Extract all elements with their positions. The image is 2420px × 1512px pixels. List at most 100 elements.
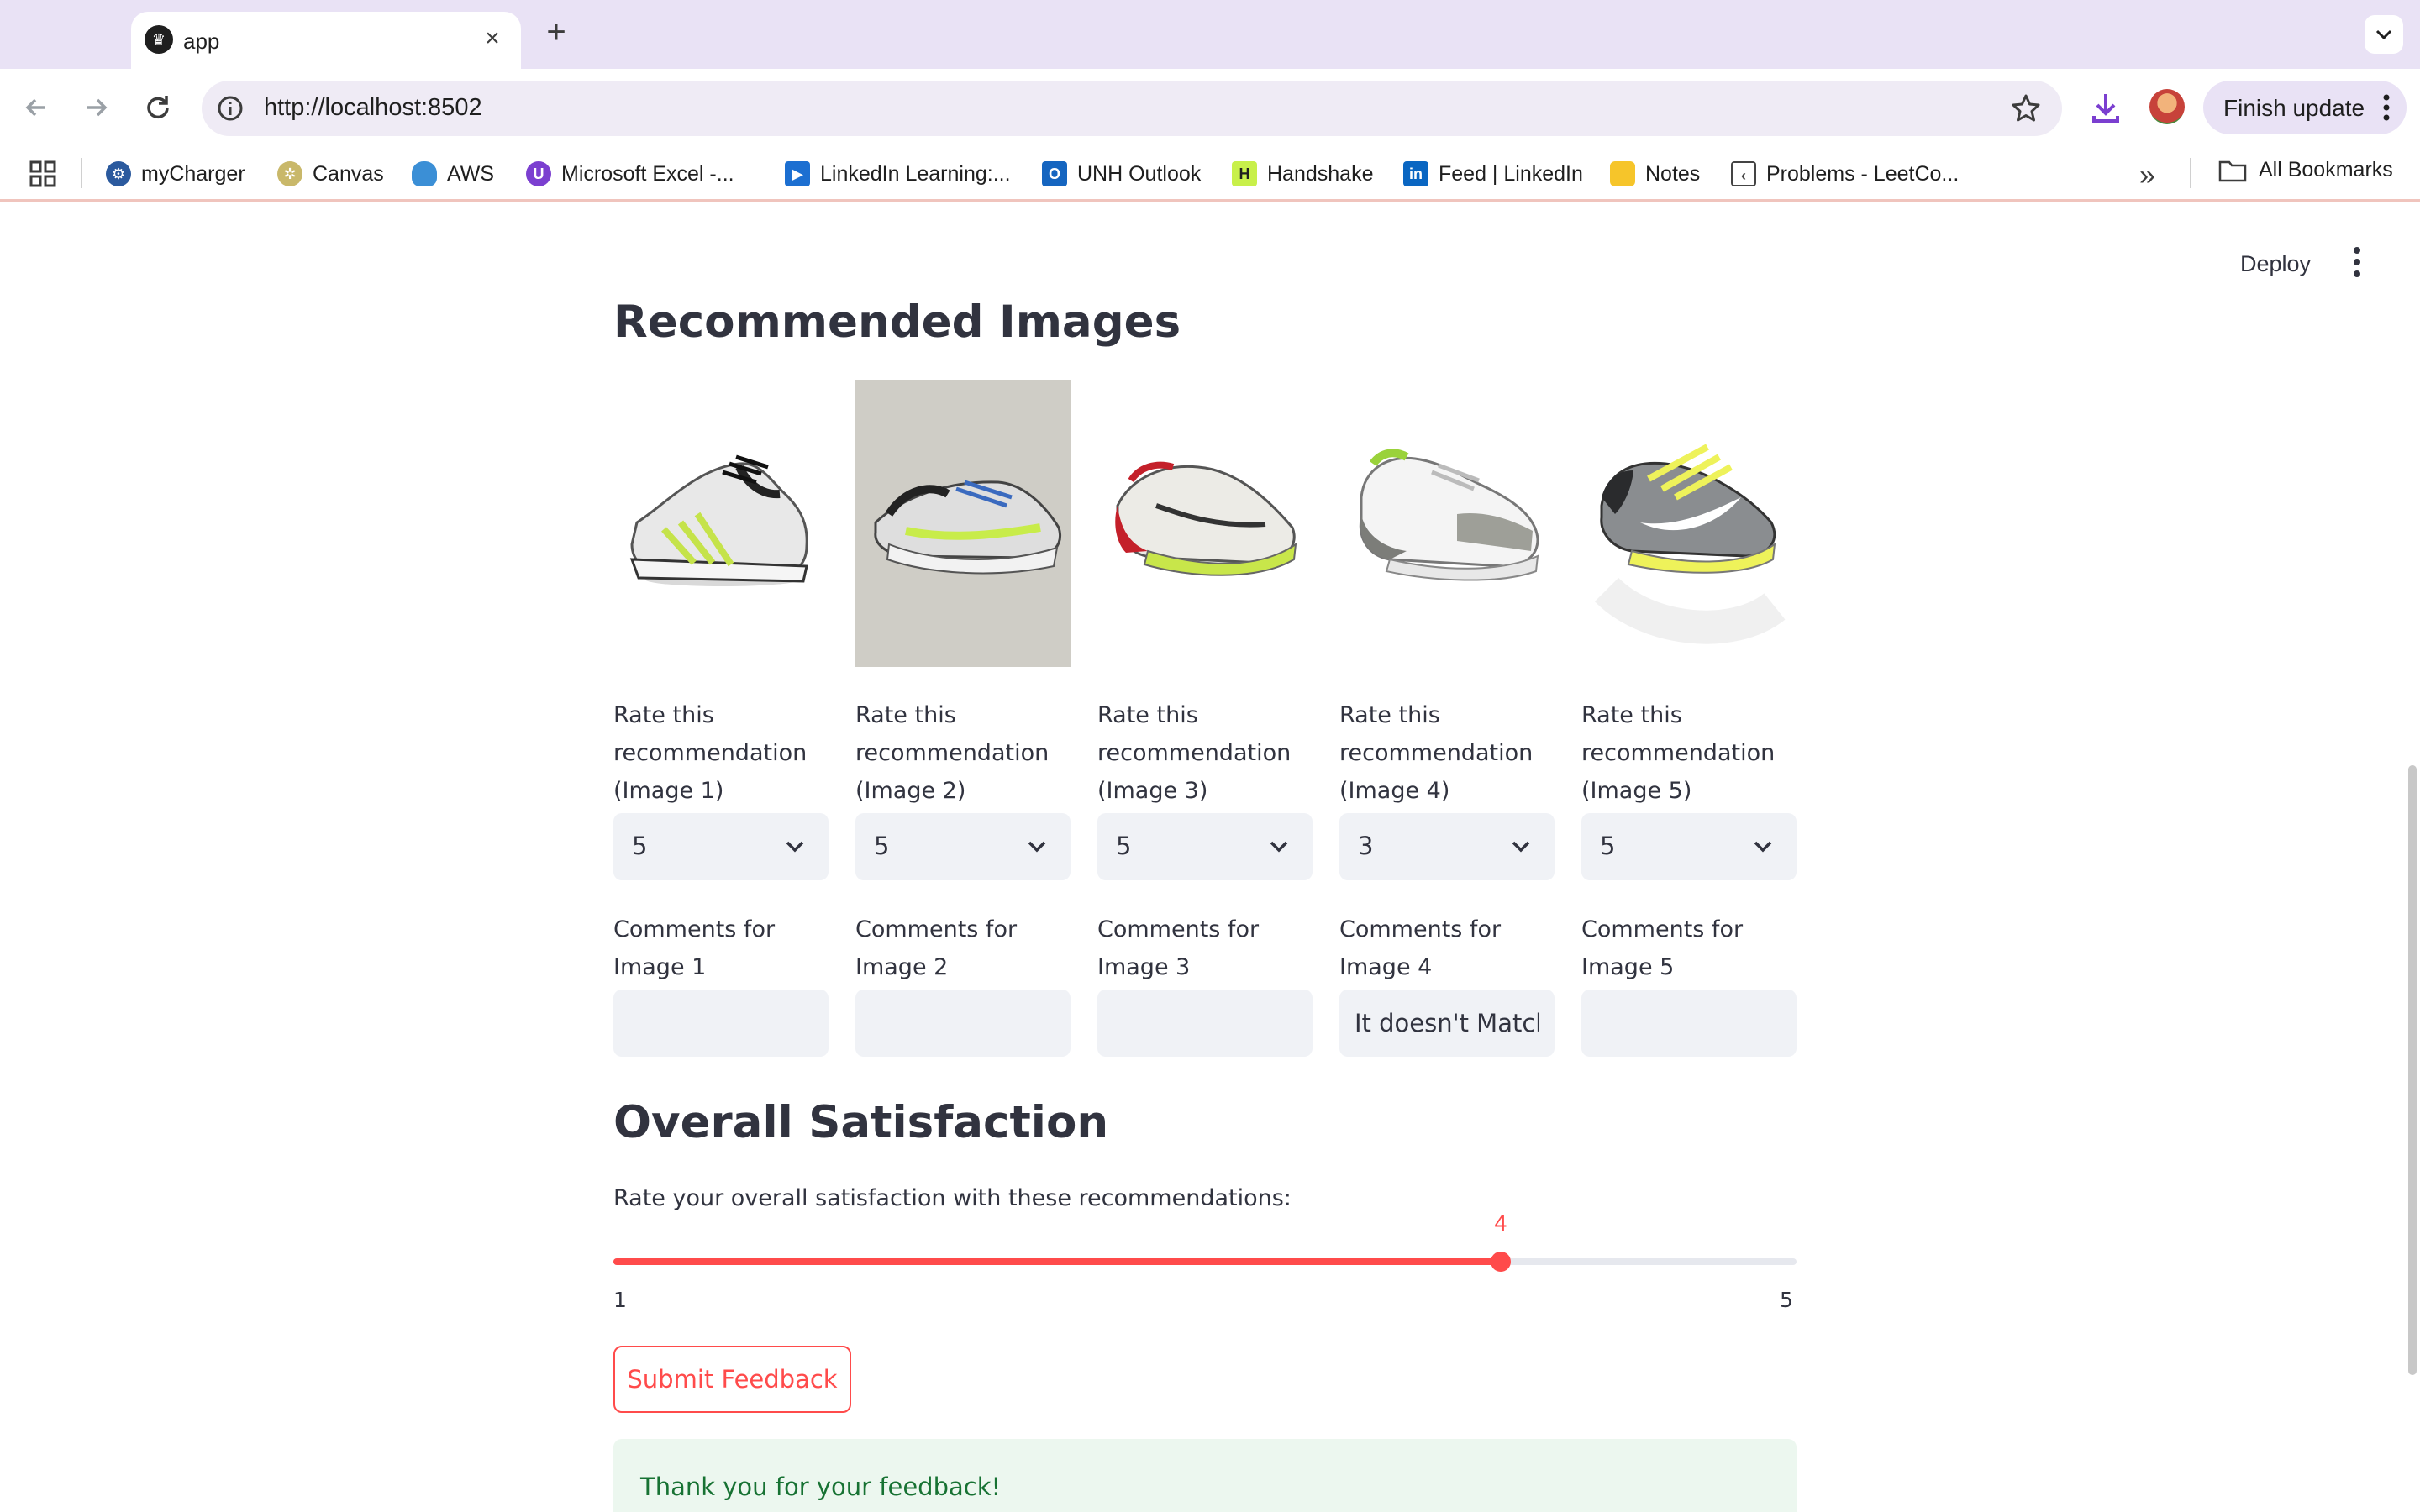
comment-label-5: Comments for Image 5 xyxy=(1581,916,1744,980)
finish-update-label: Finish update xyxy=(2223,95,2365,121)
comment-label-3: Comments for Image 3 xyxy=(1097,916,1260,980)
reload-icon[interactable] xyxy=(136,86,180,129)
chevron-down-icon xyxy=(786,841,804,853)
profile-avatar[interactable] xyxy=(2149,89,2185,124)
deploy-button[interactable]: Deploy xyxy=(2240,251,2311,277)
all-bookmarks-button[interactable]: All Bookmarks xyxy=(2218,158,2393,182)
outlook-icon: O xyxy=(1042,161,1067,186)
recommended-image-4 xyxy=(1339,380,1555,667)
bookmark-leetcode[interactable]: ‹ Problems - LeetCo... xyxy=(1731,158,1959,190)
close-tab-icon[interactable]: × xyxy=(477,24,508,54)
comment-input-5[interactable] xyxy=(1581,990,1797,1057)
page-scrollbar[interactable] xyxy=(2408,765,2417,1375)
unh-u-icon: U xyxy=(526,161,551,186)
comment-input-2[interactable] xyxy=(855,990,1071,1057)
comment-label-4: Comments for Image 4 xyxy=(1339,916,1502,980)
bookmark-label: Canvas xyxy=(313,161,384,186)
slider-current-value: 4 xyxy=(1494,1211,1507,1236)
comment-label-2: Comments for Image 2 xyxy=(855,916,1018,980)
bookmark-label: myCharger xyxy=(141,161,245,186)
mycharger-icon: ⚙ xyxy=(106,161,131,186)
browser-tab-strip: ♛ app × + xyxy=(0,0,2420,69)
more-bookmarks-chevron-icon[interactable]: » xyxy=(2139,160,2155,192)
chevron-down-icon xyxy=(2375,29,2392,40)
streamlit-app: Deploy Recommended Images Rate this reco… xyxy=(0,204,2420,1512)
url-text: http://localhost:8502 xyxy=(264,94,482,121)
bookmark-label: Handshake xyxy=(1267,161,1374,186)
overall-satisfaction-heading: Overall Satisfaction xyxy=(613,1097,1109,1148)
rating-select-value: 3 xyxy=(1358,832,1374,860)
linkedin-icon: in xyxy=(1403,161,1428,186)
rating-select-value: 5 xyxy=(1600,832,1616,860)
comment-label-1: Comments for Image 1 xyxy=(613,916,776,980)
bookmark-notes[interactable]: Notes xyxy=(1610,158,1700,190)
rating-select-value: 5 xyxy=(1116,832,1132,860)
address-bar[interactable]: http://localhost:8502 xyxy=(202,81,2062,136)
recommended-image-3 xyxy=(1097,380,1313,667)
rating-label-4: Rate this recommendation (Image 4) xyxy=(1339,702,1534,804)
browser-toolbar: http://localhost:8502 Finish update xyxy=(0,69,2420,146)
play-icon: ▶ xyxy=(785,161,810,186)
bookmark-label: Problems - LeetCo... xyxy=(1766,161,1960,186)
bookmarks-divider xyxy=(81,158,82,188)
slider-min-label: 1 xyxy=(613,1288,627,1312)
chevron-down-icon xyxy=(1270,841,1288,853)
bookmark-microsoft-excel[interactable]: U Microsoft Excel -... xyxy=(526,158,734,190)
comment-input-3[interactable] xyxy=(1097,990,1313,1057)
streamlit-crown-icon: ♛ xyxy=(145,25,173,54)
forward-arrow-icon[interactable] xyxy=(74,86,118,129)
bookmark-label: Microsoft Excel -... xyxy=(561,161,734,186)
handshake-icon: H xyxy=(1232,161,1257,186)
rating-select-4[interactable]: 3 xyxy=(1339,813,1555,880)
rating-label-2: Rate this recommendation (Image 2) xyxy=(855,702,1050,804)
satisfaction-slider[interactable]: 4 xyxy=(613,1211,1797,1272)
rating-select-value: 5 xyxy=(632,832,648,860)
bookmarks-divider xyxy=(2190,158,2191,188)
new-tab-plus-icon[interactable]: + xyxy=(539,15,573,49)
kebab-menu-icon xyxy=(2383,94,2390,121)
download-icon[interactable] xyxy=(2086,87,2126,128)
comment-input-4[interactable] xyxy=(1339,990,1555,1057)
bookmark-feed-linkedin[interactable]: in Feed | LinkedIn xyxy=(1403,158,1583,190)
bookmark-aws[interactable]: AWS xyxy=(412,158,494,190)
satisfaction-question: Rate your overall satisfaction with thes… xyxy=(613,1185,1292,1211)
bookmark-label: UNH Outlook xyxy=(1077,161,1202,186)
slider-thumb[interactable] xyxy=(1491,1252,1511,1272)
recommended-images-heading: Recommended Images xyxy=(613,297,1181,348)
bookmark-label: Feed | LinkedIn xyxy=(1439,161,1583,186)
rating-select-3[interactable]: 5 xyxy=(1097,813,1313,880)
comment-input-1[interactable] xyxy=(613,990,829,1057)
finish-update-button[interactable]: Finish update xyxy=(2203,81,2407,134)
rating-label-5: Rate this recommendation (Image 5) xyxy=(1581,702,1776,804)
bookmark-canvas[interactable]: ✲ Canvas xyxy=(277,158,384,190)
folder-icon xyxy=(2218,160,2247,181)
bookmark-linkedin-learning[interactable]: ▶ LinkedIn Learning:... xyxy=(785,158,1011,190)
slider-max-label: 5 xyxy=(1780,1288,1793,1312)
canvas-icon: ✲ xyxy=(277,161,302,186)
rating-select-5[interactable]: 5 xyxy=(1581,813,1797,880)
site-info-icon[interactable] xyxy=(213,92,247,125)
submit-feedback-button[interactable]: Submit Feedback xyxy=(613,1346,851,1413)
rating-select-1[interactable]: 5 xyxy=(613,813,829,880)
chevron-down-icon xyxy=(1754,841,1772,853)
recommended-image-1 xyxy=(613,380,829,667)
apps-grid-icon[interactable] xyxy=(29,160,57,188)
tab-search-button[interactable] xyxy=(2365,15,2403,54)
bookmarks-bar: ⚙ myCharger ✲ Canvas AWS U Microsoft Exc… xyxy=(0,146,2420,202)
leetcode-icon: ‹ xyxy=(1731,161,1756,186)
bookmark-mycharger[interactable]: ⚙ myCharger xyxy=(106,158,245,190)
bookmark-handshake[interactable]: H Handshake xyxy=(1232,158,1373,190)
bookmark-unh-outlook[interactable]: O UNH Outlook xyxy=(1042,158,1201,190)
chevron-down-icon xyxy=(1028,841,1046,853)
slider-filled-track xyxy=(613,1258,1501,1265)
bookmark-star-icon[interactable] xyxy=(2008,91,2044,126)
all-bookmarks-label: All Bookmarks xyxy=(2259,158,2393,181)
bookmark-label: Notes xyxy=(1645,161,1701,186)
bookmark-label: AWS xyxy=(447,161,495,186)
aws-cloud-icon xyxy=(412,161,437,186)
rating-select-2[interactable]: 5 xyxy=(855,813,1071,880)
back-arrow-icon[interactable] xyxy=(15,86,59,129)
browser-tab[interactable]: ♛ app × xyxy=(131,12,521,69)
success-message: Thank you for your feedback! xyxy=(640,1473,1002,1501)
main-menu-icon[interactable] xyxy=(2344,243,2370,281)
